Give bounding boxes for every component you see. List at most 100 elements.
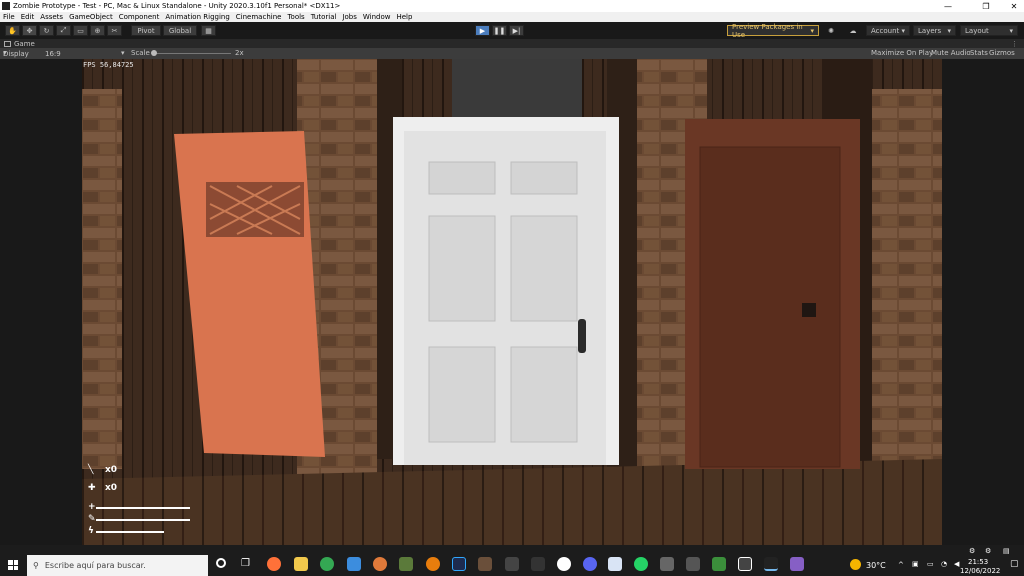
menu-gameobject[interactable]: GameObject bbox=[66, 13, 116, 21]
menu-bar: File Edit Assets GameObject Component An… bbox=[0, 12, 1024, 22]
scale-slider[interactable] bbox=[153, 53, 231, 54]
menu-component[interactable]: Component bbox=[116, 13, 163, 21]
tray-app-icon[interactable]: ▣ bbox=[912, 560, 919, 568]
menu-help[interactable]: Help bbox=[393, 13, 415, 21]
pause-button[interactable]: ❚❚ bbox=[492, 25, 507, 36]
move-tool-icon[interactable]: ✥ bbox=[22, 25, 37, 36]
notification-icon[interactable]: ▢ bbox=[1010, 559, 1019, 569]
unity-hub-icon[interactable] bbox=[531, 557, 545, 571]
layout-label: Layout bbox=[965, 26, 989, 35]
weather-icon[interactable] bbox=[850, 559, 861, 570]
app-icon-gray[interactable] bbox=[505, 557, 519, 571]
discord-icon[interactable] bbox=[583, 557, 597, 571]
menu-window[interactable]: Window bbox=[360, 13, 394, 21]
maximize-button[interactable]: ❐ bbox=[974, 0, 998, 12]
game-scene[interactable] bbox=[82, 59, 942, 545]
game-tab-label: Game bbox=[14, 39, 35, 48]
custom-tool-icon[interactable]: ✂ bbox=[107, 25, 122, 36]
firefox-icon[interactable] bbox=[267, 557, 281, 571]
scale-label: Scale bbox=[131, 49, 150, 57]
display-dropdown[interactable]: Display 1 ▾ bbox=[3, 49, 29, 66]
close-button[interactable]: ✕ bbox=[1002, 0, 1024, 12]
game-tab[interactable]: Game ⋮ bbox=[0, 39, 1024, 48]
medkit-icon: ✚ bbox=[88, 483, 96, 493]
battery-icon[interactable]: ▭ bbox=[927, 560, 934, 568]
menu-animation-rigging[interactable]: Animation Rigging bbox=[162, 13, 232, 21]
app-icon-light[interactable] bbox=[608, 557, 622, 571]
weather-temp[interactable]: 30°C bbox=[866, 561, 886, 570]
tab-menu-icon[interactable]: ⋮ bbox=[1011, 40, 1018, 48]
whatsapp-icon[interactable] bbox=[634, 557, 648, 571]
main-toolbar: ✋ ✥ ↻ ⤢ ▭ ⊕ ✂ Pivot Global ▦ ▶ ❚❚ ▶| Pre… bbox=[0, 22, 1024, 39]
pivot-label: Pivot bbox=[137, 26, 155, 35]
app-icon-brown[interactable] bbox=[478, 557, 492, 571]
services-icon[interactable]: ✺ bbox=[824, 25, 838, 36]
app-icon-orange[interactable] bbox=[373, 557, 387, 571]
preview-packages-dropdown[interactable]: Preview Packages in Use ▾ bbox=[727, 23, 819, 39]
knife-icon: ╲ bbox=[88, 465, 94, 475]
stamina-icon: ✎ bbox=[88, 514, 96, 524]
tray-icon-top-1[interactable]: ⚙ bbox=[969, 547, 975, 555]
app-icon-green[interactable] bbox=[399, 557, 413, 571]
tray-icon-top-3[interactable]: ▤ bbox=[1003, 547, 1010, 555]
windows-start-icon[interactable] bbox=[8, 560, 18, 570]
volume-icon[interactable]: ◀ bbox=[954, 560, 959, 568]
minimize-button[interactable]: — bbox=[936, 0, 960, 12]
aspect-dropdown-arrow-icon[interactable]: ▾ bbox=[121, 49, 125, 57]
menu-tools[interactable]: Tools bbox=[284, 13, 307, 21]
visual-studio-icon[interactable] bbox=[790, 557, 804, 571]
global-toggle[interactable]: Global bbox=[163, 25, 197, 36]
menu-edit[interactable]: Edit bbox=[18, 13, 38, 21]
play-button[interactable]: ▶ bbox=[475, 25, 490, 36]
medkit-counter: ✚ x0 bbox=[88, 483, 117, 493]
tray-icon-top-2[interactable]: ⚙ bbox=[985, 547, 991, 555]
rotate-tool-icon[interactable]: ↻ bbox=[39, 25, 54, 36]
menu-file[interactable]: File bbox=[0, 13, 18, 21]
menu-jobs[interactable]: Jobs bbox=[339, 13, 359, 21]
layers-dropdown[interactable]: Layers ▾ bbox=[913, 25, 956, 36]
app-icon-dark[interactable] bbox=[660, 557, 674, 571]
unity-taskbar-icon[interactable] bbox=[764, 557, 778, 571]
cloud-icon[interactable]: ☁ bbox=[846, 25, 860, 36]
scale-tool-icon[interactable]: ⤢ bbox=[56, 25, 71, 36]
app-icon-gray-2[interactable] bbox=[686, 557, 700, 571]
fps-label: FPS bbox=[83, 61, 96, 69]
account-dropdown[interactable]: Account ▾ bbox=[866, 25, 910, 36]
itunes-icon[interactable] bbox=[557, 557, 571, 571]
rect-tool-icon[interactable]: ▭ bbox=[73, 25, 88, 36]
gizmos-dropdown[interactable]: Gizmos bbox=[989, 49, 1015, 57]
taskbar-search-box[interactable]: ⚲ Escribe aquí para buscar. bbox=[27, 555, 208, 576]
unity-editor-icon[interactable] bbox=[738, 557, 752, 571]
chrome-icon[interactable] bbox=[320, 557, 334, 571]
search-icon: ⚲ bbox=[33, 561, 39, 570]
game-viewport[interactable]: FPS 56,84725 ╲ x0 ✚ x0 + ✎ ϟ bbox=[0, 59, 1024, 545]
weapon-count: x0 bbox=[105, 465, 118, 475]
blender-icon[interactable] bbox=[426, 557, 440, 571]
cortana-icon[interactable] bbox=[216, 558, 226, 568]
maximize-on-play-toggle[interactable]: Maximize On Play bbox=[871, 49, 933, 57]
transform-tool-icon[interactable]: ⊕ bbox=[90, 25, 105, 36]
scene-render bbox=[82, 59, 942, 545]
menu-tutorial[interactable]: Tutorial bbox=[308, 13, 340, 21]
menu-cinemachine[interactable]: Cinemachine bbox=[233, 13, 285, 21]
layout-dropdown[interactable]: Layout ▾ bbox=[960, 25, 1018, 36]
scale-value: 2x bbox=[235, 49, 244, 57]
tray-overflow-icon[interactable]: ^ bbox=[898, 561, 904, 569]
clock-time[interactable]: 21:53 bbox=[968, 558, 988, 566]
file-explorer-icon[interactable] bbox=[294, 557, 308, 571]
scale-slider-handle[interactable] bbox=[151, 50, 157, 56]
global-label: Global bbox=[168, 26, 192, 35]
clock-date[interactable]: 12/06/2022 bbox=[960, 567, 1000, 575]
mute-audio-toggle[interactable]: Mute Audio bbox=[931, 49, 971, 57]
step-button[interactable]: ▶| bbox=[509, 25, 524, 36]
app-icon-green-2[interactable] bbox=[712, 557, 726, 571]
pivot-toggle[interactable]: Pivot bbox=[131, 25, 161, 36]
menu-assets[interactable]: Assets bbox=[37, 13, 66, 21]
photoshop-icon[interactable] bbox=[452, 557, 466, 571]
wifi-icon[interactable]: ◔ bbox=[941, 560, 947, 568]
stats-toggle[interactable]: Stats bbox=[970, 49, 988, 57]
snap-icon[interactable]: ▦ bbox=[201, 25, 216, 36]
task-view-icon[interactable]: ❐ bbox=[241, 558, 250, 569]
hand-tool-icon[interactable]: ✋ bbox=[5, 25, 20, 36]
sourcetree-icon[interactable] bbox=[347, 557, 361, 571]
